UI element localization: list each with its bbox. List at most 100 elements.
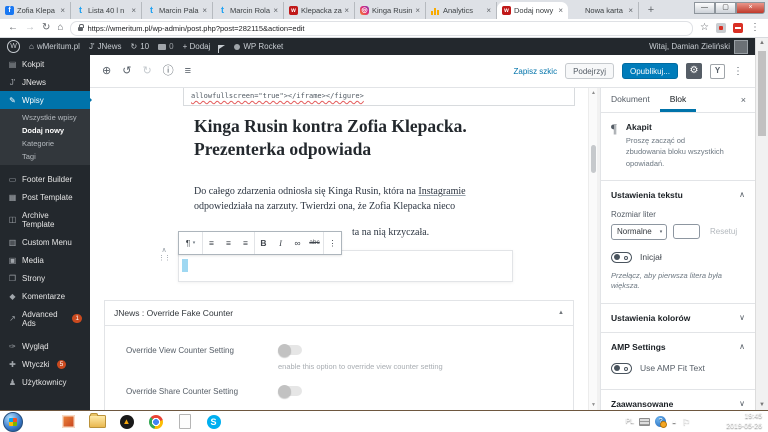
sidebar-item-komentarze[interactable]: ◆ Komentarze [0,287,90,305]
reload-icon[interactable]: ↻ [42,23,50,33]
scrollbar-thumb[interactable] [591,145,596,173]
start-button[interactable] [3,412,23,432]
tab-zofia-klepacka[interactable]: Zofia Klepa × [0,2,71,19]
amp-settings-header[interactable]: AMP Settings ∧ [601,333,755,361]
block-navigation-icon[interactable]: ≡ [185,66,191,77]
back-icon[interactable]: ← [8,23,18,33]
align-left-icon[interactable]: ≡ [203,233,220,253]
help-tray-icon[interactable]: ? [655,416,666,427]
text-settings-header[interactable]: Ustawienia tekstu ∧ [601,181,755,209]
adminbar-comments[interactable]: 0 [158,42,173,51]
sidebar-item-uzytkownicy[interactable]: ♟ Użytkownicy [0,373,90,391]
preview-button[interactable]: Podejrzyj [565,63,614,79]
strikethrough-button[interactable]: abc [306,233,323,253]
paragraph-block[interactable]: Do całego zdarzenia odniosła się Kinga R… [194,185,494,214]
move-up-icon[interactable]: ∧ [154,247,174,255]
block-inserter-icon[interactable]: ⊕ [102,66,111,77]
tab-dodaj-nowy-active[interactable]: Dodaj nowy × [497,2,568,19]
scroll-down-icon[interactable]: ▼ [756,402,768,408]
adminbar-jnews[interactable]: J' JNews [89,42,122,51]
italic-button[interactable]: I [272,233,289,253]
browser-scrollbar[interactable]: ▲ ▼ [755,38,768,410]
tab-marcin-pala[interactable]: Marcin Pala × [142,2,213,19]
sidebar-item-wpisy[interactable]: ✎ Wpisy [0,91,90,109]
color-settings-header[interactable]: Ustawienia kolorów ∨ [601,304,755,332]
adminbar-updates[interactable]: ↻ 10 [131,42,150,51]
tab-close-icon[interactable]: × [628,6,633,15]
show-hidden-icons[interactable]: ▲ [671,419,677,425]
sidebar-item-footer-builder[interactable]: ▭ Footer Builder [0,170,90,188]
tab-analytics[interactable]: Analytics × [426,2,497,19]
tab-nowa-karta[interactable]: Nowa karta × [568,2,639,19]
redo-icon[interactable]: ↻ [142,66,151,77]
extension-icon[interactable] [733,23,743,33]
sidebar-item-strony[interactable]: ❐ Strony [0,269,90,287]
tab-close-icon[interactable]: × [131,6,136,15]
align-center-icon[interactable]: ≡ [220,233,237,253]
taskbar-clock[interactable]: 19:45 2019-05-26 [726,412,762,431]
adminbar-wp-rocket[interactable]: WP Rocket [234,42,283,51]
sidebar-item-jnews[interactable]: J' JNews [0,73,90,91]
advanced-header[interactable]: Zaawansowane ∨ [601,390,755,410]
adminbar-add-new[interactable]: + Dodaj [183,42,211,51]
taskbar-app-notepad[interactable] [172,412,197,432]
action-center-flag-icon[interactable]: ⚐ [682,417,690,427]
adminbar-site-name[interactable]: ⌂ wMeritum.pl [29,42,80,51]
bold-button[interactable]: B [255,233,272,253]
address-bar[interactable]: https://wmeritum.pl/wp-admin/post.php?po… [70,21,693,36]
tab-marcin-rola[interactable]: Marcin Rola × [213,2,284,19]
submenu-wszystkie-wpisy[interactable]: Wszystkie wpisy [0,111,90,124]
pdf-extension-icon[interactable] [716,23,726,33]
submenu-dodaj-nowy[interactable]: Dodaj nowy [0,124,90,137]
submenu-kategorie[interactable]: Kategorie [0,137,90,150]
align-right-icon[interactable]: ≡ [237,233,254,253]
window-close-button[interactable]: × [736,2,765,14]
block-more-options-icon[interactable]: ⋮ [324,233,341,253]
font-size-select[interactable]: Normalne ▾ [611,224,667,240]
volume-icon[interactable] [695,417,705,426]
bookmark-star-icon[interactable]: ☆ [700,23,709,33]
tab-klepacka[interactable]: Klepacka za × [284,2,355,19]
font-size-input[interactable] [673,224,700,239]
taskbar-app-explorer[interactable] [85,412,110,432]
tab-close-icon[interactable]: × [344,6,349,15]
sidebar-item-kokpit[interactable]: ▤ Kokpit [0,55,90,73]
window-minimize-button[interactable]: — [694,2,715,14]
metabox-header[interactable]: JNews : Override Fake Counter ▲ [105,301,573,326]
taskbar-app-skype[interactable]: S [201,412,226,432]
submenu-tagi[interactable]: Tagi [0,150,90,163]
post-title-block[interactable]: Kinga Rusin kontra Zofia Klepacka. Preze… [194,115,554,161]
tab-close-icon[interactable]: × [558,6,563,15]
window-restore-button[interactable]: ▢ [715,2,736,14]
link-button[interactable]: ∞ [289,233,306,253]
editor-more-menu-icon[interactable]: ⋮ [733,66,743,77]
forward-icon[interactable]: → [25,23,35,33]
paragraph-block-switcher[interactable]: ¶ ▾ [179,233,202,253]
scrollbar-thumb[interactable] [758,51,766,136]
collapse-icon[interactable]: ▲ [558,310,564,316]
tab-blok[interactable]: Blok [660,88,697,112]
save-draft-button[interactable]: Zapisz szkic [514,67,558,76]
sidebar-item-wyglad[interactable]: ✑ Wygląd [0,337,90,355]
yoast-seo-button[interactable]: Y [710,64,725,79]
adminbar-flag[interactable] [219,45,225,49]
undo-icon[interactable]: ↺ [122,66,131,77]
tab-kinga-rusin[interactable]: Kinga Rusin × [355,2,426,19]
drag-handle-icon[interactable]: ⋮⋮ [154,255,174,262]
keyboard-icon[interactable] [639,418,650,426]
tab-close-icon[interactable]: × [273,6,278,15]
tab-lista[interactable]: Lista 40 l n × [71,2,142,19]
tab-close-icon[interactable]: × [202,6,207,15]
sidebar-item-custom-menu[interactable]: ▥ Custom Menu [0,233,90,251]
sidebar-item-post-template[interactable]: ▦ Post Template [0,188,90,206]
scroll-up-icon[interactable]: ▲ [756,40,768,46]
language-indicator[interactable]: PL [626,418,635,425]
adminbar-account[interactable]: Witaj, Damian Zieliński [649,40,748,54]
tab-close-icon[interactable]: × [486,6,491,15]
sidebar-item-advanced-ads[interactable]: ↗ Advanced Ads 1 [0,305,90,332]
publish-button[interactable]: Opublikuj... [622,63,678,79]
browser-menu-icon[interactable]: ⋮ [750,23,760,33]
wordpress-logo-icon[interactable]: W [7,40,20,53]
settings-gear-button[interactable]: ⚙ [686,63,702,79]
dropcap-toggle[interactable] [611,252,632,263]
